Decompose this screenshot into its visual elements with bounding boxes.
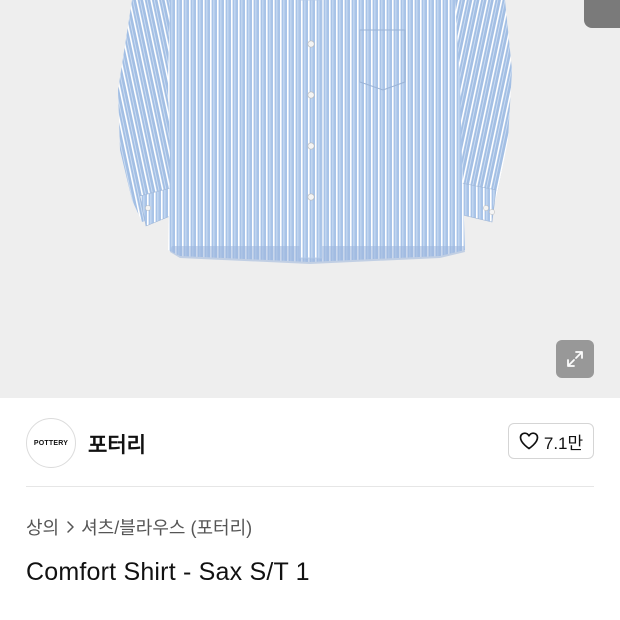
breadcrumb-category[interactable]: 상의: [26, 514, 59, 540]
product-title: Comfort Shirt - Sax S/T 1: [26, 558, 310, 586]
heart-icon: [519, 432, 539, 450]
expand-icon: [567, 351, 583, 367]
brand-name[interactable]: 포터리: [88, 429, 146, 459]
brand-logo-text: POTTERY: [33, 439, 69, 447]
product-image[interactable]: [0, 0, 620, 398]
breadcrumb: 상의 셔츠/블라우스 (포터리): [26, 515, 252, 539]
brand-row: POTTERY 포터리 7.1만: [0, 398, 620, 486]
chevron-right-icon: [65, 520, 75, 534]
expand-button[interactable]: [556, 340, 594, 378]
divider: [26, 486, 594, 487]
like-count: 7.1만: [543, 433, 584, 453]
brand-logo[interactable]: POTTERY: [26, 418, 76, 468]
image-overlay-button[interactable]: [584, 0, 620, 28]
breadcrumb-subcategory[interactable]: 셔츠/블라우스 (포터리): [81, 514, 252, 540]
like-button[interactable]: 7.1만: [508, 423, 594, 459]
shirt-image: [118, 0, 512, 264]
